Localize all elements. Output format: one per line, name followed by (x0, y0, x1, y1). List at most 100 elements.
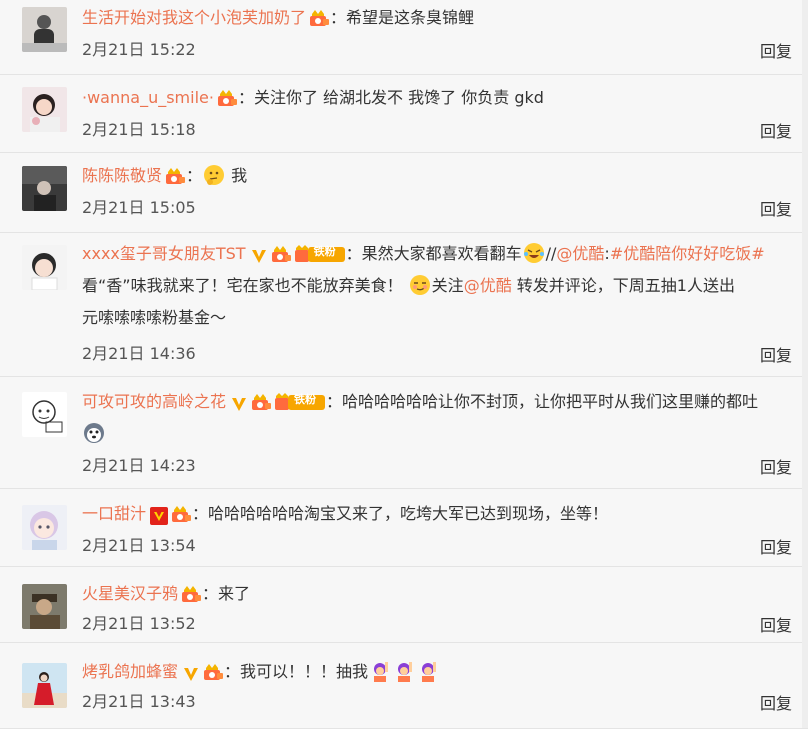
avatar[interactable] (22, 7, 67, 52)
comment-text: 我 (226, 166, 248, 185)
username-link[interactable]: ·wanna_u_smile· (82, 88, 214, 107)
reply-button[interactable]: 回复 (760, 690, 792, 714)
username-link[interactable]: 烤乳鸽加蜂蜜 (82, 662, 178, 681)
raise-hand-emoji-icon (368, 659, 392, 683)
avatar[interactable] (22, 392, 67, 437)
comment-item: 一口甜汁 ：哈哈哈哈哈哈淘宝又来了，吃垮大军已达到现场，坐等！ 2月21日 13:5… (0, 488, 808, 567)
avatar[interactable] (22, 663, 67, 708)
username-link[interactable]: xxxx玺子哥女朋友TST (82, 244, 246, 263)
comment-body: 生活开始对我这个小泡芙加奶了 ：希望是这条臭锦鲤 (82, 2, 808, 34)
comment-item: 陈陈陈敬贤 ： 我 2月21日 15:05 回复 (0, 152, 808, 233)
verified-icon (182, 662, 200, 681)
raise-hand-emoji-icon (392, 659, 416, 683)
reply-button[interactable]: 回复 (760, 196, 792, 220)
fan-badge-label: 铁粉 (294, 392, 317, 406)
timestamp: 2月21日 15:05 (82, 198, 196, 217)
comment-body: 火星美汉子鸦 ：来了 (82, 578, 808, 610)
comment-text: // (545, 244, 557, 263)
username-link[interactable]: 火星美汉子鸦 (82, 584, 178, 603)
comment-body: xxxx玺子哥女朋友TST 铁粉 ：果然大家都喜欢看翻车//@优酷:#优酷陪你好好吃… (82, 238, 808, 334)
colon: ： (345, 244, 362, 263)
vip-icon (270, 243, 292, 263)
vip-icon (202, 661, 224, 681)
reply-button[interactable]: 回复 (760, 342, 792, 366)
comment-body: 可攻可攻的高岭之花 铁粉 ：哈哈哈哈哈哈让你不封顶，让你把平时从我们这里赚的都吐 (82, 386, 808, 450)
comment-text: 哈哈哈哈哈哈让你不封顶，让你把平时从我们这里赚的都吐 (342, 392, 759, 411)
username-link[interactable]: 生活开始对我这个小泡芙加奶了 (82, 8, 306, 27)
fan-badge-icon: 铁粉 (274, 391, 326, 411)
comment-item: 可攻可攻的高岭之花 铁粉 ：哈哈哈哈哈哈让你不封顶，让你把平时从我们这里赚的都吐 2月… (0, 376, 808, 489)
comment-line: 看“香”味我就来了！宅在家也不能放弃美食！ 关注@优酷 转发并评论，下周五抽1人… (82, 270, 808, 302)
timestamp: 2月21日 15:22 (82, 40, 196, 59)
username-link[interactable]: 可攻可攻的高岭之花 (82, 392, 226, 411)
comment-line: 火星美汉子鸦 ：来了 (82, 578, 808, 610)
username-link[interactable]: 陈陈陈敬贤 (82, 166, 162, 185)
colon: ： (326, 392, 343, 411)
comment-item: 生活开始对我这个小泡芙加奶了 ：希望是这条臭锦鲤 2月21日 15:22 回复 (0, 0, 808, 75)
scrollbar[interactable] (802, 0, 808, 728)
vip-icon (180, 583, 202, 603)
comment-body: 烤乳鸽加蜂蜜 ：我可以！！！抽我 (82, 656, 808, 688)
mention-link[interactable]: @优酷 (464, 276, 512, 295)
comment-line (82, 418, 808, 450)
comment-body: 一口甜汁 ：哈哈哈哈哈哈淘宝又来了，吃垮大军已达到现场，坐等！ (82, 498, 808, 530)
comment-line: 陈陈陈敬贤 ： 我 (82, 160, 808, 192)
timestamp: 2月21日 13:52 (82, 614, 196, 633)
reply-button[interactable]: 回复 (760, 118, 792, 142)
mention-link[interactable]: #优酷陪你好好吃饭# (610, 244, 765, 263)
comment-body: 陈陈陈敬贤 ： 我 (82, 160, 808, 192)
vip-icon (250, 391, 272, 411)
username-link[interactable]: 一口甜汁 (82, 504, 146, 523)
vip-icon (216, 87, 238, 107)
raise-hand-emoji-icon (416, 659, 440, 683)
avatar[interactable] (22, 245, 67, 290)
vip-icon (308, 7, 330, 27)
avatar[interactable] (22, 87, 67, 132)
timestamp: 2月21日 13:54 (82, 536, 196, 555)
vip-icon (164, 165, 186, 185)
timestamp: 2月21日 13:43 (82, 692, 196, 711)
comment-body: ·wanna_u_smile· ：关注你了 给湖北发不 我馋了 你负责 gkd (82, 82, 808, 114)
comment-line: ·wanna_u_smile· ：关注你了 给湖北发不 我馋了 你负责 gkd (82, 82, 808, 114)
reply-button[interactable]: 回复 (760, 454, 792, 478)
comment-text: 关注你了 给湖北发不 我馋了 你负责 gkd (253, 88, 544, 107)
colon: ： (186, 166, 203, 185)
comment-line: 元嗦嗦嗦嗦粉基金～ (82, 302, 808, 334)
colon: ： (237, 88, 254, 107)
comment-line: 可攻可攻的高岭之花 铁粉 ：哈哈哈哈哈哈让你不封顶，让你把平时从我们这里赚的都吐 (82, 386, 808, 418)
reply-button[interactable]: 回复 (760, 612, 792, 636)
comment-item: 火星美汉子鸦 ：来了 2月21日 13:52 回复 (0, 566, 808, 643)
timestamp: 2月21日 14:36 (82, 344, 196, 363)
reply-button[interactable]: 回复 (760, 38, 792, 62)
fan-badge-icon: 铁粉 (294, 243, 346, 263)
colon: ： (330, 8, 347, 27)
colon: ： (224, 662, 241, 681)
comment-line: 生活开始对我这个小泡芙加奶了 ：希望是这条臭锦鲤 (82, 2, 808, 34)
comment-text: 哈哈哈哈哈哈淘宝又来了，吃垮大军已达到现场，坐等！ (208, 504, 609, 523)
comment-text: 来了 (218, 584, 251, 603)
comment-line: 烤乳鸽加蜂蜜 ：我可以！！！抽我 (82, 656, 808, 688)
laughing-emoji-icon (522, 241, 546, 265)
reply-button[interactable]: 回复 (760, 534, 792, 558)
comment-line: 一口甜汁 ：哈哈哈哈哈哈淘宝又来了，吃垮大军已达到现场，坐等！ (82, 498, 808, 530)
colon: ： (192, 504, 209, 523)
verified-icon (230, 392, 248, 411)
comment-text: 希望是这条臭锦鲤 (346, 8, 475, 27)
husky-emoji-icon (82, 421, 106, 445)
comment-text: 关注 (431, 276, 464, 295)
comment-text: 转发并评论，下周五抽1人送出 (511, 276, 735, 295)
verified-icon (250, 244, 268, 263)
avatar[interactable] (22, 584, 67, 629)
thinking-emoji-icon (202, 163, 226, 187)
red-verified-icon (150, 504, 169, 525)
avatar[interactable] (22, 505, 67, 550)
comment-item: 烤乳鸽加蜂蜜 ：我可以！！！抽我 2月21日 13:43 回复 (0, 642, 808, 729)
avatar[interactable] (22, 166, 67, 211)
smirk-emoji-icon (408, 273, 432, 297)
timestamp: 2月21日 15:18 (82, 120, 196, 139)
mention-link[interactable]: @优酷 (556, 244, 604, 263)
comment-text: 我可以！！！抽我 (240, 662, 369, 681)
colon: ： (202, 584, 219, 603)
comment-line: xxxx玺子哥女朋友TST 铁粉 ：果然大家都喜欢看翻车//@优酷:#优酷陪你好好吃… (82, 238, 808, 270)
comment-text: 元嗦嗦嗦嗦粉基金～ (82, 308, 227, 327)
